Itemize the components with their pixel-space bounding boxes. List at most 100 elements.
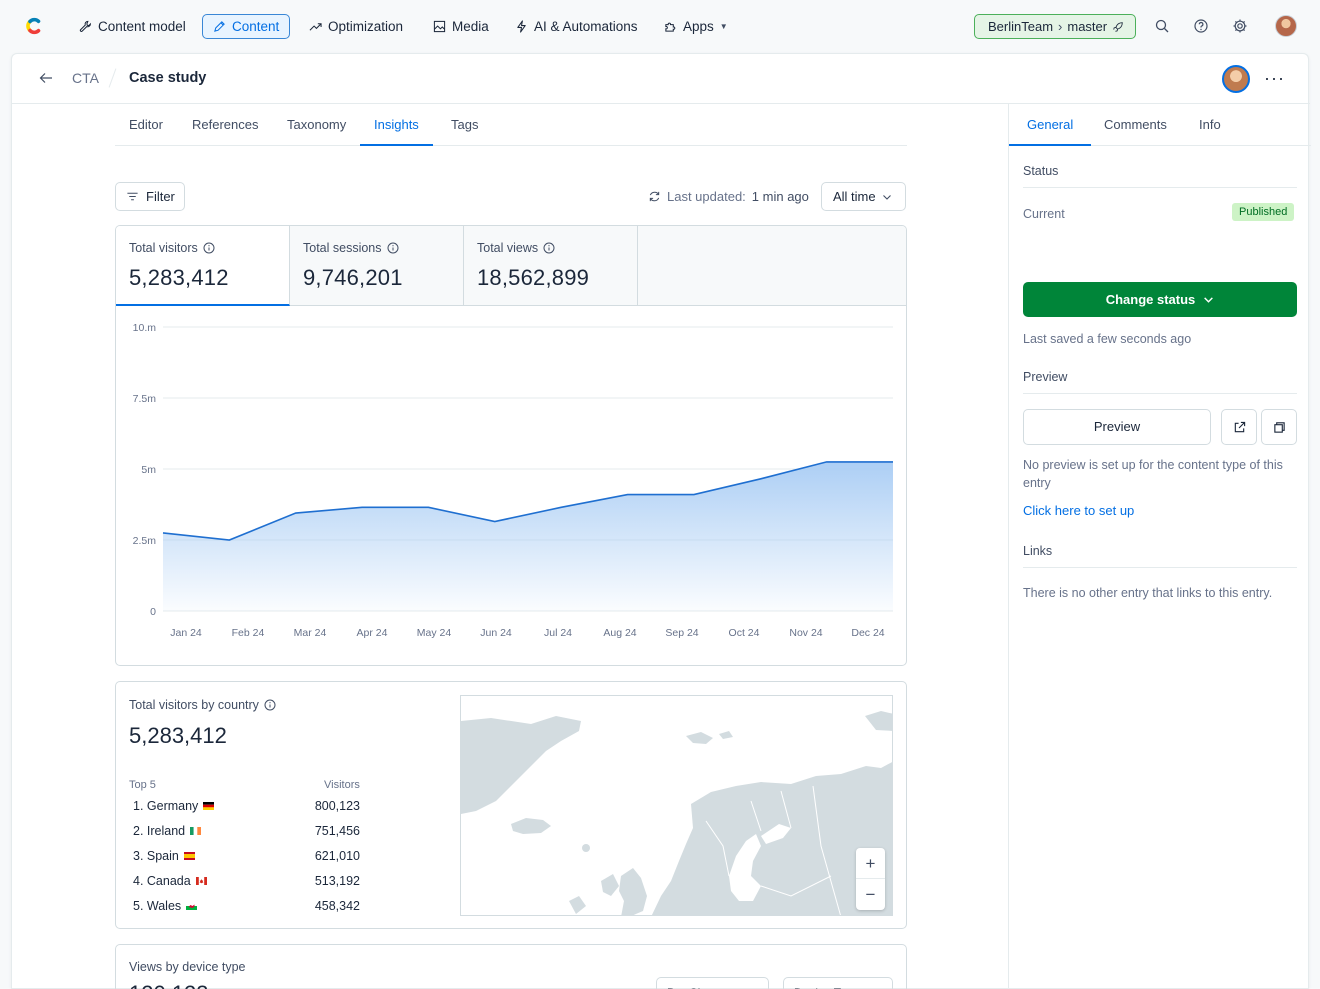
country-name: 3. Spain [133,849,179,863]
environment-switcher[interactable]: BerlinTeam › master [974,14,1136,39]
last-updated-label: Last updated: [667,189,746,204]
collaborator-avatar[interactable] [1222,65,1250,93]
country-row: 3. Spain 621,010 [133,849,360,869]
open-external-button[interactable] [1221,409,1257,445]
change-status-button[interactable]: Change status [1023,282,1297,317]
filter-label: Filter [146,189,175,204]
time-range-select[interactable]: All time [821,182,906,211]
sidebar-tabs: General Comments Info [1009,104,1311,146]
stat-total-visitors[interactable]: Total visitors 5,283,412 [116,226,290,306]
chart-area-fill [163,461,893,611]
zoom-in-button[interactable]: + [856,848,885,879]
status-badge: Published [1232,203,1295,221]
device-type-select[interactable]: Device Type [783,977,893,989]
breadcrumb-content-type[interactable]: CTA [72,70,99,86]
help-icon[interactable] [1193,18,1209,34]
europe-map-shapes [461,711,892,915]
chart-x-tick-label: May 24 [417,627,452,639]
nav-content[interactable]: Content [202,14,291,39]
tab-tags[interactable]: Tags [437,104,492,146]
nav-media[interactable]: Media [422,14,500,39]
nav-ai-automations[interactable]: AI & Automations [504,14,649,39]
country-row: 2. Ireland 751,456 [133,824,360,844]
puzzle-icon [665,22,676,32]
chart-y-tick-label: 0 [150,606,156,618]
nav-label: Content [232,19,280,34]
info-icon[interactable] [387,242,399,254]
more-options-icon[interactable]: ··· [1264,68,1285,89]
gear-icon[interactable] [1232,18,1248,34]
entry-title: Case study [129,70,207,86]
nav-label: Optimization [328,19,404,34]
sidebar-tab-comments[interactable]: Comments [1086,104,1185,146]
canada-flag-icon [195,877,207,885]
tab-editor[interactable]: Editor [115,104,177,146]
country-card-title-row: Total visitors by country [129,698,276,712]
info-icon[interactable] [543,242,555,254]
country-map[interactable]: + − [460,695,893,916]
visitors-area-chart: 0 2.5m 5m 7.5m 10.m Jan 24 Feb 24 Mar 24 Apr 24… [133,322,894,639]
tab-taxonomy[interactable]: Taxonomy [273,104,360,146]
chart-x-tick-label: Nov 24 [789,627,822,639]
nav-apps[interactable]: Apps ▼ [653,14,739,39]
space-name: BerlinTeam [988,19,1054,34]
sidebar-tab-general[interactable]: General [1009,104,1092,146]
copy-preview-button[interactable] [1261,409,1297,445]
info-icon[interactable] [203,242,215,254]
filter-button[interactable]: Filter [115,182,185,211]
nav-optimization[interactable]: Optimization [298,14,414,39]
tab-references[interactable]: References [178,104,272,146]
stat-total-views[interactable]: Total views 18,562,899 [464,226,638,306]
links-note: There is no other entry that links to th… [1023,586,1273,600]
nav-label: AI & Automations [534,19,638,34]
chart-x-tick-label: Jul 24 [544,627,572,639]
sidebar-tab-info[interactable]: Info [1181,104,1239,146]
preview-button[interactable]: Preview [1023,409,1211,445]
pen-icon [214,21,225,32]
nav-content-model[interactable]: Content model [68,14,197,39]
last-updated: Last updated: 1 min ago [648,189,809,204]
rocket-icon [1113,21,1123,32]
stat-empty-slot [638,226,906,306]
chart-x-tick-label: Jan 24 [170,627,202,639]
chart-x-tick-label: Oct 24 [729,627,760,639]
chevron-down-icon [882,194,891,200]
image-icon [433,20,446,33]
country-card-title: Total visitors by country [129,698,259,712]
change-status-label: Change status [1105,292,1196,307]
wrench-icon [79,20,91,32]
refresh-icon[interactable] [648,190,661,203]
contentful-logo-icon[interactable] [22,14,46,38]
chart-type-select[interactable]: Bar Chart [656,977,769,989]
setup-preview-link[interactable]: Click here to set up [1023,503,1134,518]
chart-x-tick-label: Dec 24 [851,627,884,639]
info-icon[interactable] [264,699,276,711]
stat-total-sessions[interactable]: Total sessions 9,746,201 [290,226,464,306]
zoom-out-button[interactable]: − [856,879,885,910]
time-range-value: All time [833,189,876,204]
country-name-cell: 5. Wales [133,899,198,913]
external-link-icon [1234,421,1245,432]
wales-flag-icon [186,902,198,910]
stat-value: 9,746,201 [303,265,403,290]
stat-value: 5,283,412 [129,265,229,290]
preview-note: No preview is set up for the content typ… [1023,458,1283,490]
country-row: 1. Germany 800,123 [133,799,360,819]
search-icon[interactable] [1154,18,1170,34]
chevron-right-icon: › [1058,19,1063,34]
stat-label-row: Total views [477,241,624,255]
caret-down-icon: ▼ [719,22,728,31]
country-row: 5. Wales 458,342 [133,899,360,919]
user-avatar[interactable] [1275,15,1297,37]
arrow-left-icon[interactable] [39,71,53,85]
entry-panel: CTA Case study ··· Editor References Tax… [11,53,1311,989]
country-visitors: 621,010 [314,849,360,863]
chart-x-tick-label: Apr 24 [357,627,388,639]
nav-label: Media [452,19,489,34]
tab-insights[interactable]: Insights [360,104,433,146]
stat-label: Total visitors [129,241,198,255]
nav-label: Apps [683,19,714,34]
chart-x-tick-label: Sep 24 [665,627,698,639]
chart-x-tick-label: Mar 24 [294,627,327,639]
country-visitors: 513,192 [314,874,360,888]
